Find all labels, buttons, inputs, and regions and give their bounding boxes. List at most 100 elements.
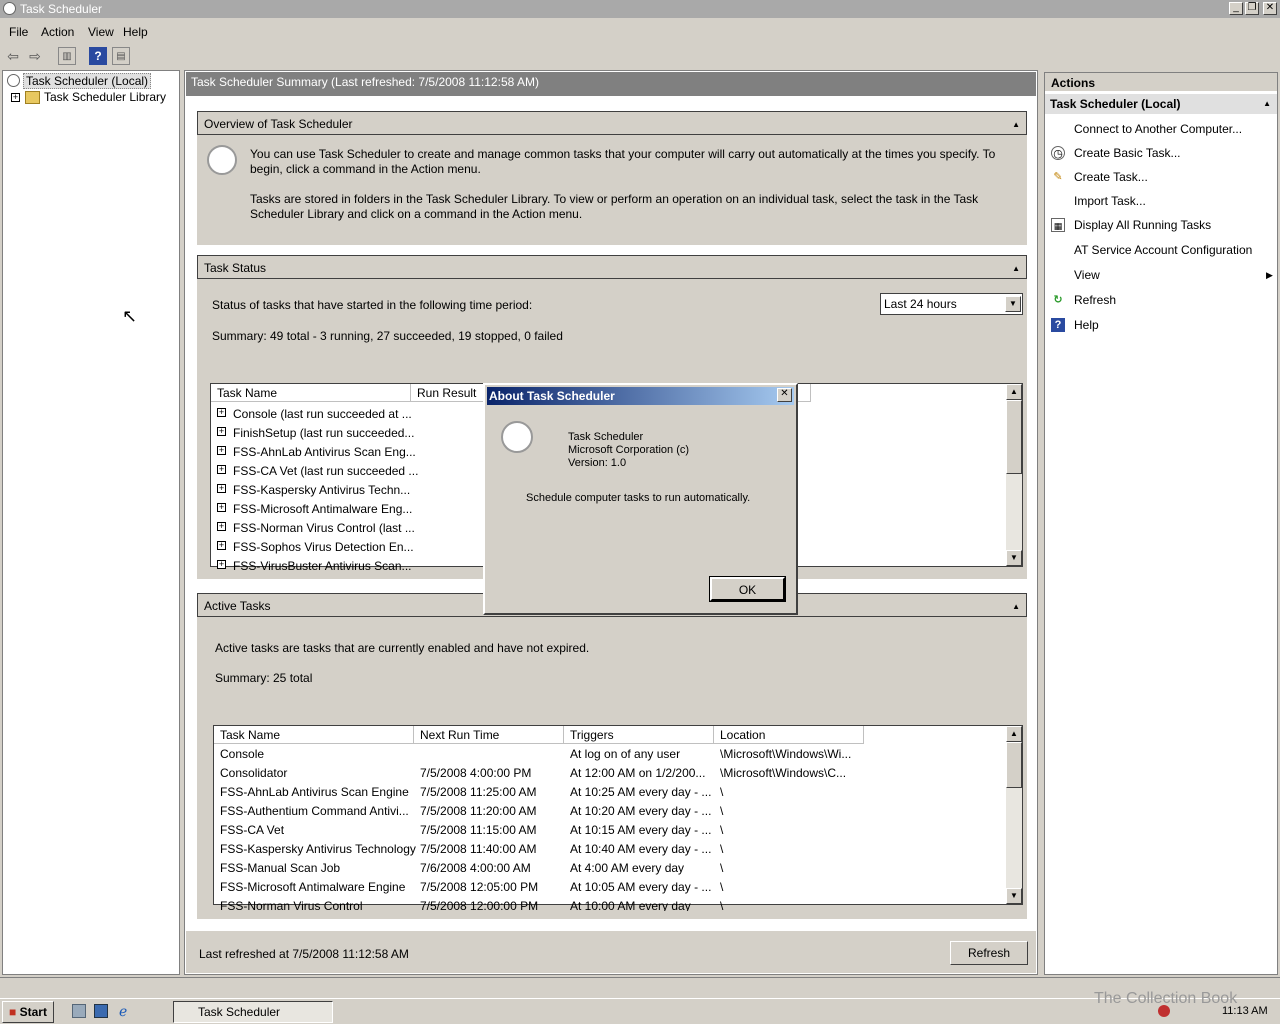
scroll-thumb[interactable]	[1006, 400, 1022, 474]
expand-icon[interactable]: +	[217, 503, 226, 512]
collapse-icon[interactable]: ▲	[1012, 264, 1020, 273]
collapse-icon[interactable]: ▲	[1012, 120, 1020, 129]
taskbar-item-label: Task Scheduler	[198, 1005, 281, 1019]
toolbar: ⇦ ⇨ ▥ ? ▤	[0, 44, 1280, 68]
table-row[interactable]: FSS-Kaspersky Antivirus Technology 7/5/20…	[214, 840, 1006, 859]
action-display-running[interactable]: Display All Running Tasks	[1074, 218, 1211, 232]
start-button[interactable]: ■ Start	[2, 1001, 54, 1023]
table-row[interactable]: Consolidator 7/5/2008 4:00:00 PM At 12:00 …	[214, 764, 1006, 783]
table-row[interactable]: FSS-AhnLab Antivirus Scan Engine 7/5/2008…	[214, 783, 1006, 802]
collapse-icon[interactable]: ▲	[1012, 602, 1020, 611]
help-icon[interactable]: ?	[89, 47, 107, 65]
scroll-down-icon[interactable]: ▼	[1006, 888, 1022, 904]
refresh-button[interactable]: Refresh	[950, 941, 1028, 965]
action-import-task[interactable]: Import Task...	[1074, 194, 1146, 208]
status-bar	[0, 977, 1280, 997]
triggers-cell: At 4:00 AM every day	[570, 861, 685, 875]
table-row[interactable]: FSS-Authentium Command Antivi... 7/5/2008…	[214, 802, 1006, 821]
dialog-title-bar[interactable]: About Task Scheduler ✕	[487, 387, 794, 405]
column-header[interactable]: Location	[714, 726, 864, 744]
next-run-cell: 7/5/2008 11:15:00 AM	[420, 823, 537, 837]
column-header[interactable]: Task Name	[211, 384, 411, 402]
title-bar[interactable]: Task Scheduler _ ❐ ✕	[0, 0, 1280, 18]
location-cell: \	[720, 842, 724, 856]
minimize-button[interactable]: _	[1229, 2, 1243, 15]
ok-button[interactable]: OK	[709, 576, 786, 602]
task-status-title: Task Status	[204, 261, 267, 275]
triggers-cell: At 10:05 AM every day - ...	[570, 880, 712, 894]
expand-icon[interactable]: +	[11, 93, 20, 102]
column-header[interactable]: Triggers	[564, 726, 714, 744]
expand-icon[interactable]: +	[217, 484, 226, 493]
menu-action[interactable]: Action	[41, 25, 74, 39]
table-row[interactable]: Console At log on of any user \Microsoft\W…	[214, 745, 1006, 764]
action-create-task[interactable]: Create Task...	[1074, 170, 1148, 184]
clock-app-icon	[3, 2, 16, 15]
table-row[interactable]: FSS-Microsoft Antimalware Engine 7/5/2008…	[214, 878, 1006, 897]
action-refresh[interactable]: Refresh	[1074, 293, 1116, 307]
expand-icon[interactable]: +	[217, 522, 226, 531]
windows-logo-icon: ■	[9, 1005, 17, 1019]
taskbar-item-task-scheduler[interactable]: Task Scheduler	[173, 1001, 333, 1023]
clock[interactable]: 11:13 AM	[1222, 1005, 1268, 1017]
footer-bar: Last refreshed at 7/5/2008 11:12:58 AM R…	[186, 931, 1036, 973]
task-name-cell: FSS-CA Vet (last run succeeded ...	[233, 464, 419, 478]
expand-icon[interactable]: +	[217, 560, 226, 569]
taskbar: ■ Start ℯ Task Scheduler The Collection …	[0, 990, 1280, 1024]
location-cell: \	[720, 804, 724, 818]
window-title: Task Scheduler	[20, 2, 103, 16]
table-row[interactable]: FSS-Norman Virus Control 7/5/2008 12:00:0…	[214, 897, 1006, 911]
location-cell: \	[720, 823, 724, 837]
explorer-icon[interactable]	[94, 1004, 108, 1018]
task-name-cell: FSS-Authentium Command Antivi...	[220, 804, 409, 818]
expand-icon[interactable]: +	[217, 408, 226, 417]
active-desc: Active tasks are tasks that are currentl…	[215, 641, 590, 655]
action-connect[interactable]: Connect to Another Computer...	[1074, 122, 1242, 136]
menu-help[interactable]: Help	[123, 25, 148, 39]
expand-icon[interactable]: +	[217, 427, 226, 436]
menu-view[interactable]: View	[88, 25, 114, 39]
action-view[interactable]: View	[1074, 268, 1100, 282]
overview-header[interactable]: Overview of Task Scheduler ▲	[197, 111, 1027, 135]
chevron-right-icon: ▶	[1266, 270, 1273, 280]
menu-file[interactable]: File	[9, 25, 28, 39]
expand-icon[interactable]: +	[217, 446, 226, 455]
forward-icon[interactable]: ⇨	[26, 47, 44, 65]
scroll-up-icon[interactable]: ▲	[1006, 384, 1022, 400]
browser-icon[interactable]: ℯ	[119, 1003, 127, 1020]
task-name-cell: FSS-VirusBuster Antivirus Scan...	[233, 559, 412, 570]
actions-group-header[interactable]: Task Scheduler (Local) ▲	[1045, 94, 1277, 114]
restore-button[interactable]: ❐	[1245, 2, 1259, 15]
back-icon[interactable]: ⇦	[4, 47, 22, 65]
table-row[interactable]: FSS-Manual Scan Job 7/6/2008 4:00:00 AM At…	[214, 859, 1006, 878]
action-help[interactable]: Help	[1074, 318, 1099, 332]
close-icon[interactable]: ✕	[777, 388, 792, 402]
show-hide-tree-icon[interactable]: ▥	[58, 47, 76, 65]
period-dropdown[interactable]: Last 24 hours ▼	[880, 293, 1023, 315]
action-at-service[interactable]: AT Service Account Configuration	[1074, 243, 1252, 257]
scroll-down-icon[interactable]: ▼	[1006, 550, 1022, 566]
table-row[interactable]: FSS-CA Vet 7/5/2008 11:15:00 AM At 10:15 A…	[214, 821, 1006, 840]
scroll-up-icon[interactable]: ▲	[1006, 726, 1022, 742]
show-hide-action-pane-icon[interactable]: ▤	[112, 47, 130, 65]
tree-item-root[interactable]: Task Scheduler (Local)	[23, 73, 152, 89]
next-run-cell: 7/5/2008 11:25:00 AM	[420, 785, 537, 799]
active-tasks-body: Active tasks are tasks that are currentl…	[197, 617, 1027, 919]
expand-icon[interactable]: +	[217, 465, 226, 474]
clock-icon	[501, 421, 533, 453]
column-header[interactable]: Next Run Time	[414, 726, 564, 744]
scrollbar[interactable]: ▲ ▼	[1006, 726, 1022, 904]
expand-icon[interactable]: +	[217, 541, 226, 550]
collapse-icon[interactable]: ▲	[1263, 99, 1271, 108]
scroll-thumb[interactable]	[1006, 742, 1022, 788]
tray-network-icon[interactable]	[1158, 1005, 1170, 1017]
summary-header-text: Task Scheduler Summary (Last refreshed: …	[191, 75, 539, 89]
close-button[interactable]: ✕	[1263, 2, 1277, 15]
task-status-header[interactable]: Task Status ▲	[197, 255, 1027, 279]
action-create-basic-task[interactable]: Create Basic Task...	[1074, 146, 1181, 160]
show-desktop-icon[interactable]	[72, 1004, 86, 1018]
tree-item-library[interactable]: Task Scheduler Library	[44, 90, 166, 104]
scrollbar[interactable]: ▲ ▼	[1006, 384, 1022, 566]
column-header[interactable]: Task Name	[214, 726, 414, 744]
chevron-down-icon[interactable]: ▼	[1005, 296, 1021, 312]
